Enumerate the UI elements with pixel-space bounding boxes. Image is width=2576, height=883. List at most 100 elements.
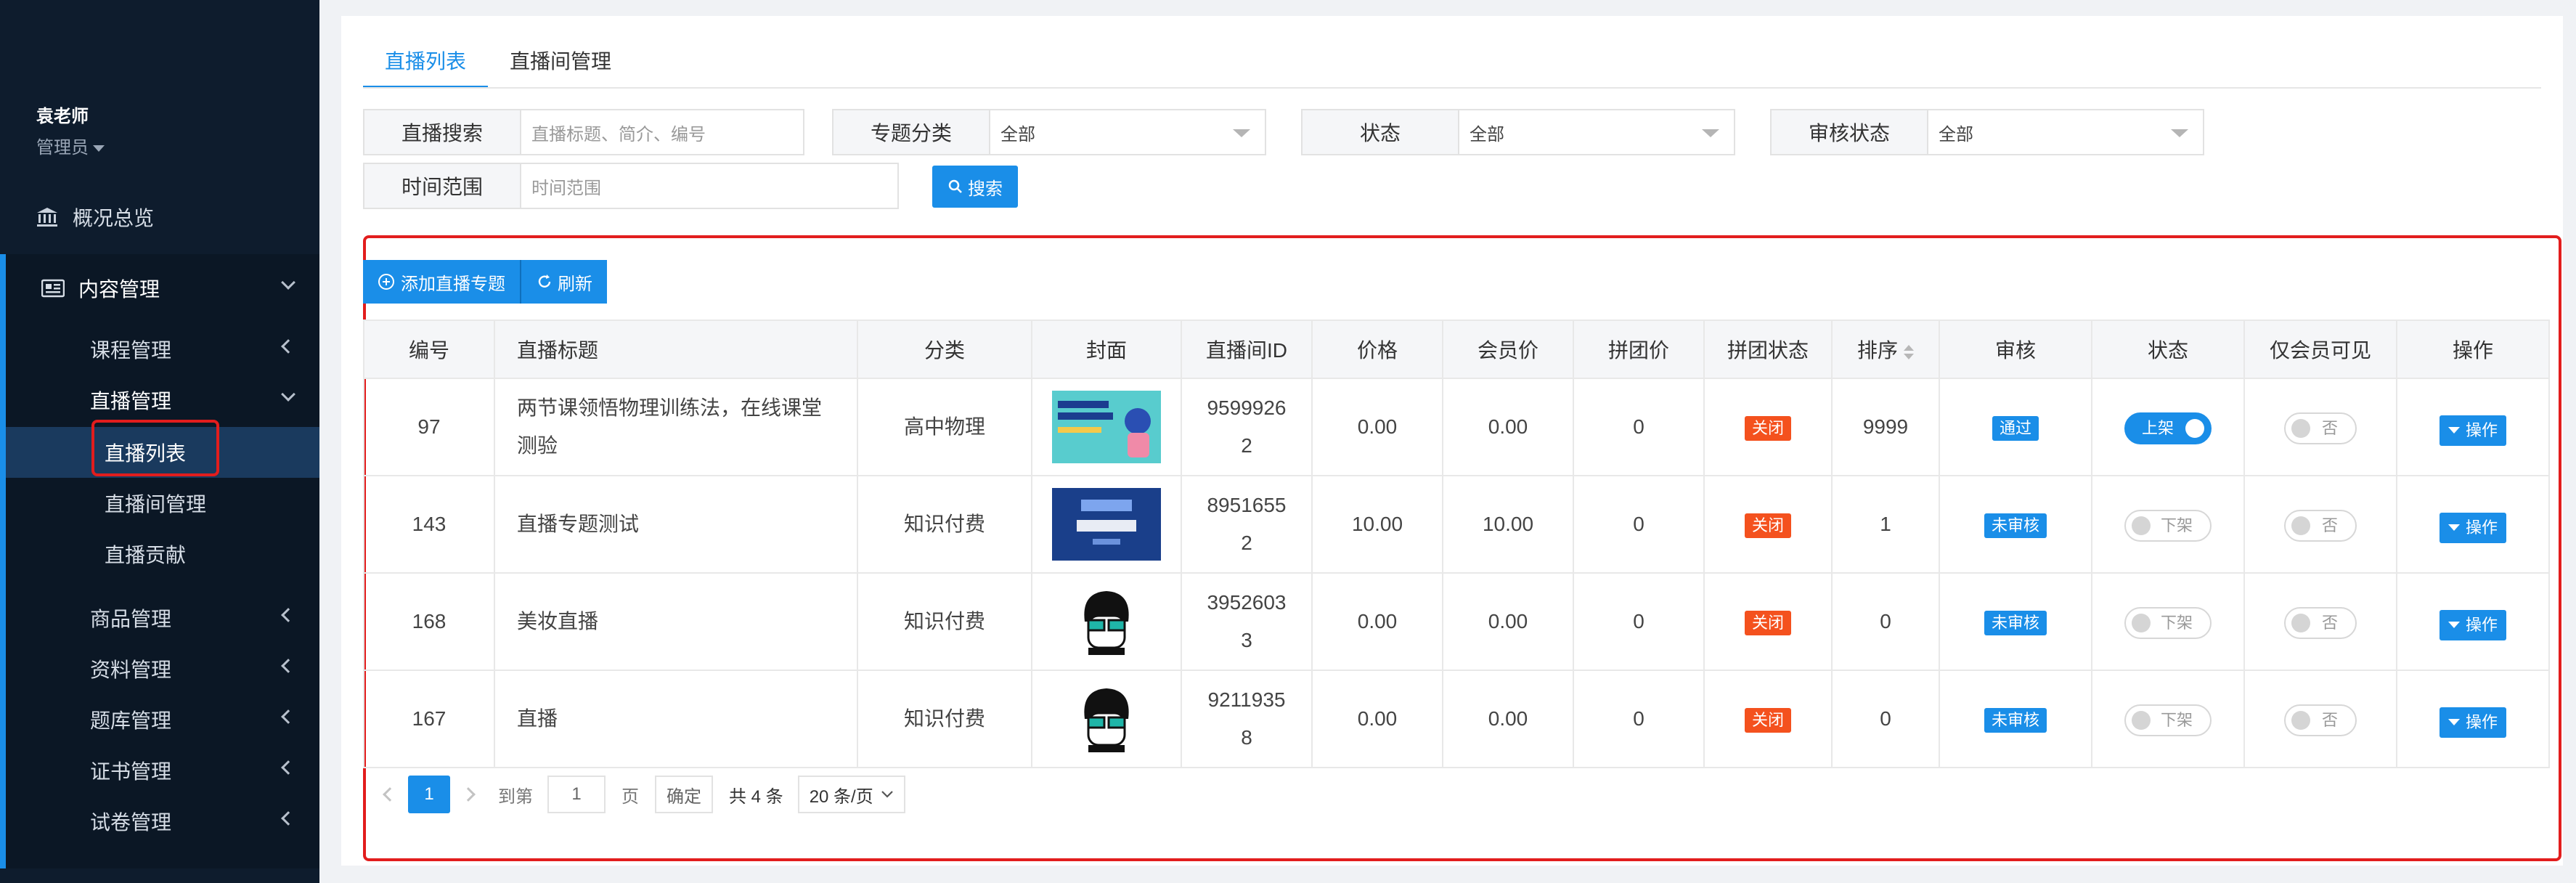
page-unit-label: 页: [621, 786, 639, 807]
col-sort[interactable]: 排序: [1831, 320, 1940, 379]
cover-image-avatar[interactable]: [1052, 683, 1161, 755]
cell-group-status: 关闭: [1703, 378, 1833, 476]
member-only-toggle[interactable]: 否: [2284, 412, 2357, 444]
page-number-current[interactable]: 1: [408, 776, 450, 813]
cell-price: 0.00: [1311, 670, 1443, 768]
cover-image-crmeb[interactable]: [1052, 488, 1161, 561]
cover-image-avatar[interactable]: [1052, 585, 1161, 658]
cell-group-status: 关闭: [1703, 572, 1833, 671]
cell-category: 知识付费: [857, 475, 1032, 574]
goto-confirm-button[interactable]: 确定: [655, 776, 713, 813]
search-input[interactable]: 直播标题、简介、编号: [521, 110, 803, 154]
chevron-left-icon: [281, 760, 295, 775]
col-room-id: 直播间ID: [1181, 320, 1313, 379]
dropdown-arrow-icon: [2171, 129, 2188, 137]
total-count: 共 4 条: [729, 786, 783, 807]
status-toggle[interactable]: 下架: [2124, 704, 2212, 736]
cell-op: 操作: [2396, 378, 2550, 476]
status-toggle[interactable]: 下架: [2124, 606, 2212, 639]
row-action-button[interactable]: 操作: [2439, 415, 2506, 446]
col-cover: 封面: [1031, 320, 1182, 379]
sidebar-item-course[interactable]: 课程管理: [0, 324, 319, 375]
chevron-down-icon: [881, 791, 893, 798]
filter-time: 时间范围 时间范围: [363, 163, 899, 209]
cell-audit: 未审核: [1939, 572, 2092, 671]
sidebar-item-live-room[interactable]: 直播间管理: [0, 478, 319, 529]
status-toggle[interactable]: 下架: [2124, 509, 2212, 542]
cell-op: 操作: [2396, 475, 2550, 574]
filter-search: 直播搜索 直播标题、简介、编号: [363, 109, 804, 155]
page-size-select[interactable]: 20 条/页: [797, 776, 905, 813]
filter-audit: 审核状态 全部: [1770, 109, 2204, 155]
group-status-badge: 关闭: [1744, 708, 1791, 733]
cell-audit: 未审核: [1939, 475, 2092, 574]
sidebar-item-label: 直播管理: [90, 390, 172, 412]
cover-image-physics[interactable]: [1052, 391, 1161, 463]
live-table: 编号 直播标题 分类 封面 直播间ID 价格 会员价 拼团价 拼团状态 排序 审…: [363, 320, 2550, 768]
member-only-toggle[interactable]: 否: [2284, 704, 2357, 736]
sidebar-item-goods[interactable]: 商品管理: [0, 593, 319, 643]
sidebar-item-cert[interactable]: 证书管理: [0, 745, 319, 796]
caret-down-icon: [93, 145, 105, 152]
filter-label: 时间范围: [364, 164, 521, 208]
tab-divider: [363, 87, 2541, 89]
caret-down-icon: [2447, 427, 2460, 434]
caret-down-icon: [2447, 719, 2460, 725]
sidebar-item-question[interactable]: 题库管理: [0, 694, 319, 745]
sidebar-item-label: 资料管理: [90, 659, 172, 681]
chevron-left-icon: [281, 659, 295, 673]
row-action-button[interactable]: 操作: [2439, 512, 2506, 543]
member-only-toggle[interactable]: 否: [2284, 606, 2357, 639]
cell-id: 97: [363, 378, 495, 476]
cell-room-id: 9599926 2: [1181, 378, 1313, 476]
sidebar-item-exam[interactable]: 试卷管理: [0, 796, 319, 847]
sidebar-item-label: 直播贡献: [105, 544, 187, 566]
member-only-toggle[interactable]: 否: [2284, 509, 2357, 542]
col-title: 直播标题: [494, 320, 858, 379]
sidebar-item-label: 试卷管理: [90, 811, 172, 834]
plus-circle-icon: [378, 274, 394, 290]
sidebar-item-material[interactable]: 资料管理: [0, 643, 319, 694]
table-toolbar: 添加直播专题 刷新: [363, 260, 607, 304]
sidebar-item-overview[interactable]: 概况总览: [0, 192, 319, 243]
audit-select[interactable]: 全部: [1928, 110, 2203, 154]
sidebar-item-label: 题库管理: [90, 709, 172, 732]
cell-cover: [1031, 572, 1182, 671]
main-panel: 直播列表 直播间管理 直播搜索 直播标题、简介、编号 专题分类 全部 状态 全部…: [341, 16, 2563, 866]
sidebar-item-content-mgmt[interactable]: 内容管理: [0, 263, 319, 314]
tab-live-room[interactable]: 直播间管理: [488, 44, 633, 89]
goto-page-input[interactable]: 1: [547, 776, 606, 813]
refresh-button[interactable]: 刷新: [521, 260, 607, 304]
row-action-button[interactable]: 操作: [2439, 609, 2506, 640]
status-toggle[interactable]: 上架: [2124, 412, 2212, 444]
cell-room-id: 3952603 3: [1181, 572, 1313, 671]
tab-bar: 直播列表 直播间管理: [363, 44, 633, 89]
prev-page-icon[interactable]: [383, 787, 397, 802]
group-status-badge: 关闭: [1744, 416, 1791, 441]
user-role-dropdown[interactable]: 管理员: [36, 133, 105, 158]
row-action-button[interactable]: 操作: [2439, 707, 2506, 738]
cell-group-status: 关闭: [1703, 670, 1833, 768]
table-row: 167 直播 知识付费 9211935 8 0.00 0.00 0 关闭 0 未…: [363, 670, 2550, 768]
cell-status: 下架: [2091, 475, 2245, 574]
sidebar-item-live[interactable]: 直播管理: [0, 375, 319, 426]
chevron-left-icon: [281, 811, 295, 826]
table-header-row: 编号 直播标题 分类 封面 直播间ID 价格 会员价 拼团价 拼团状态 排序 审…: [363, 320, 2550, 379]
time-range-input[interactable]: 时间范围: [521, 164, 897, 208]
cell-group-status: 关闭: [1703, 475, 1833, 574]
cell-audit: 通过: [1939, 378, 2092, 476]
col-price: 价格: [1311, 320, 1443, 379]
next-page-icon[interactable]: [461, 787, 476, 802]
status-select[interactable]: 全部: [1459, 110, 1734, 154]
audit-badge: 未审核: [1984, 513, 2047, 538]
sidebar-item-live-contrib[interactable]: 直播贡献: [0, 529, 319, 579]
cell-title: 两节课领悟物理训练法，在线课堂 测验: [494, 378, 858, 476]
add-live-topic-button[interactable]: 添加直播专题: [363, 260, 521, 304]
search-button[interactable]: 搜索: [932, 166, 1018, 208]
sidebar-item-label: 概况总览: [73, 207, 155, 229]
dropdown-arrow-icon: [1702, 129, 1719, 137]
filter-label: 专题分类: [833, 110, 990, 154]
tab-live-list[interactable]: 直播列表: [363, 44, 489, 89]
category-select[interactable]: 全部: [990, 110, 1265, 154]
sidebar-item-label: 商品管理: [90, 608, 172, 630]
